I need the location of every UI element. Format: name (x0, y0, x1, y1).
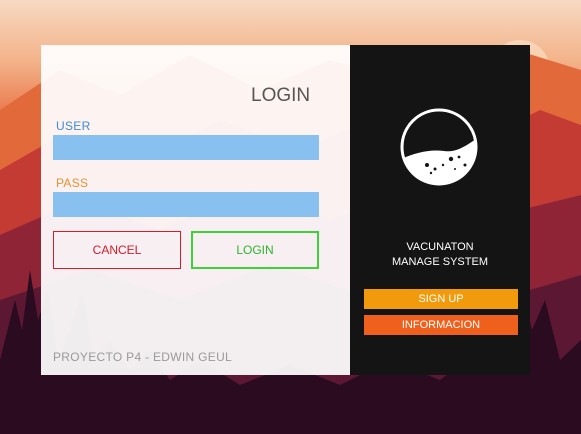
login-panel: LOGIN USER PASS CANCEL LOGIN PROYECTO P4… (41, 45, 350, 375)
user-input[interactable] (53, 135, 319, 160)
sign-up-button[interactable]: SIGN UP (364, 289, 518, 309)
system-name-line1: VACUNATON (406, 241, 474, 253)
cancel-button[interactable]: CANCEL (53, 231, 181, 269)
side-panel: VACUNATON MANAGE SYSTEM SIGN UP INFORMAC… (350, 45, 530, 375)
pass-label: PASS (56, 176, 89, 190)
user-label: USER (56, 119, 91, 133)
login-title: LOGIN (251, 85, 311, 106)
login-button[interactable]: LOGIN (191, 231, 319, 269)
vaccine-vial-logo-icon (400, 108, 478, 186)
system-name-line2: MANAGE SYSTEM (392, 256, 488, 268)
system-name: VACUNATON MANAGE SYSTEM (350, 240, 530, 270)
informacion-button[interactable]: INFORMACION (364, 315, 518, 335)
project-footer: PROYECTO P4 - EDWIN GEUL (53, 350, 233, 364)
password-input[interactable] (53, 192, 319, 217)
